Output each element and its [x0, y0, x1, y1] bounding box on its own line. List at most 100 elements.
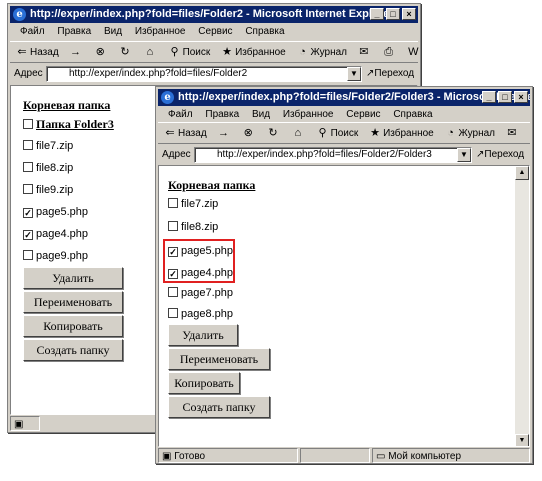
- rename-button[interactable]: Переименовать: [23, 291, 123, 313]
- favorites-button[interactable]: ★ Избранное: [369, 123, 434, 145]
- address-label: Адрес: [14, 68, 43, 79]
- menu-help[interactable]: Справка: [393, 109, 432, 120]
- maximize-icon[interactable]: □: [386, 8, 400, 20]
- file-checkbox[interactable]: [168, 198, 178, 208]
- go-button[interactable]: ↗Переход: [366, 64, 414, 84]
- menu-view[interactable]: Вид: [252, 109, 270, 120]
- create-folder-button[interactable]: Создать папку: [23, 339, 123, 361]
- forward-button[interactable]: →: [217, 123, 231, 145]
- address-dropdown-icon[interactable]: ▼: [457, 148, 471, 162]
- back-menu-bar: Файл Правка Вид Избранное Сервис Справка: [10, 24, 418, 40]
- home-icon: ⌂: [146, 46, 154, 59]
- computer-icon: ▭: [376, 451, 389, 462]
- scroll-down-icon[interactable]: ▼: [515, 434, 529, 446]
- file-checkbox-checked[interactable]: ✓: [23, 230, 33, 240]
- print-button[interactable]: ⎙: [383, 42, 397, 64]
- menu-help[interactable]: Справка: [245, 26, 284, 37]
- status-page-icon: ▣: [10, 416, 40, 431]
- edit-button[interactable]: W: [407, 42, 421, 64]
- menu-file[interactable]: Файл: [20, 26, 45, 37]
- folder-link[interactable]: Папка Folder3: [36, 117, 114, 131]
- address-input[interactable]: http://exper/index.php?fold=files/Folder…: [46, 66, 362, 82]
- status-empty-cell: [300, 448, 370, 463]
- print-icon: ⎙: [384, 46, 393, 59]
- front-window-title: http://exper/index.php?fold=files/Folder…: [178, 91, 530, 103]
- favorites-icon: ★: [370, 127, 380, 140]
- front-title-bar[interactable]: e http://exper/index.php?fold=files/Fold…: [158, 89, 530, 106]
- mail-icon: ✉: [359, 46, 369, 59]
- file-item: ✓ page4.php: [23, 228, 88, 240]
- scroll-up-icon[interactable]: ▲: [515, 166, 529, 180]
- search-button[interactable]: ⚲ Поиск: [317, 123, 359, 145]
- refresh-button[interactable]: ↻: [119, 42, 133, 64]
- menu-file[interactable]: Файл: [168, 109, 193, 120]
- front-page-content: Корневая папка file7.zip file8.zip ✓ page…: [158, 165, 530, 447]
- root-folder-link[interactable]: Корневая папка: [23, 98, 110, 113]
- go-button[interactable]: ↗Переход: [476, 145, 524, 165]
- stop-button[interactable]: ⊗: [242, 123, 256, 145]
- home-icon: ⌂: [294, 127, 302, 140]
- menu-edit[interactable]: Правка: [57, 26, 91, 37]
- back-title-bar[interactable]: e http://exper/index.php?fold=files/Fold…: [10, 6, 418, 23]
- file-checkbox[interactable]: [168, 221, 178, 231]
- copy-button[interactable]: Копировать: [168, 372, 240, 394]
- menu-favorites[interactable]: Избранное: [135, 26, 186, 37]
- front-browser-window[interactable]: e http://exper/index.php?fold=files/Fold…: [155, 86, 533, 464]
- close-icon[interactable]: ×: [514, 91, 528, 103]
- vertical-scrollbar[interactable]: ▲ ▼: [515, 166, 529, 446]
- delete-button[interactable]: Удалить: [23, 267, 123, 289]
- home-button[interactable]: ⌂: [144, 42, 158, 64]
- file-checkbox-checked[interactable]: ✓: [168, 247, 178, 257]
- stop-button[interactable]: ⊗: [94, 42, 108, 64]
- create-folder-button[interactable]: Создать папку: [168, 396, 270, 418]
- history-button[interactable]: ◔ Журнал: [445, 123, 495, 145]
- minimize-icon[interactable]: _: [370, 8, 384, 20]
- history-icon: ◔: [299, 46, 306, 59]
- mail-button[interactable]: ✉: [506, 123, 520, 145]
- menu-edit[interactable]: Правка: [205, 109, 239, 120]
- refresh-button[interactable]: ↻: [267, 123, 281, 145]
- menu-favorites[interactable]: Избранное: [283, 109, 334, 120]
- mail-button[interactable]: ✉: [358, 42, 372, 64]
- minimize-icon[interactable]: _: [482, 91, 496, 103]
- history-button[interactable]: ◔ Журнал: [297, 42, 347, 64]
- back-arrow-icon: ⇐: [17, 46, 27, 59]
- forward-button[interactable]: →: [69, 42, 83, 64]
- address-dropdown-icon[interactable]: ▼: [347, 67, 361, 81]
- folder-item[interactable]: Папка Folder3: [23, 118, 114, 132]
- file-item: page9.php: [23, 250, 88, 263]
- back-button[interactable]: ⇐ Назад: [164, 123, 206, 145]
- root-folder-link[interactable]: Корневая папка: [168, 178, 255, 193]
- close-icon[interactable]: ×: [402, 8, 416, 20]
- file-item: ✓ page4.php: [168, 267, 233, 279]
- history-icon: ◔: [447, 127, 454, 140]
- file-checkbox[interactable]: [168, 308, 178, 318]
- file-item: file7.zip: [23, 140, 73, 153]
- ie-logo-icon: e: [161, 91, 174, 104]
- favorites-button[interactable]: ★ Избранное: [221, 42, 286, 64]
- rename-button[interactable]: Переименовать: [168, 348, 270, 370]
- folder-checkbox[interactable]: [23, 119, 33, 129]
- file-checkbox-checked[interactable]: ✓: [23, 208, 33, 218]
- status-zone: ▭ Мой компьютер: [372, 448, 530, 463]
- search-button[interactable]: ⚲ Поиск: [169, 42, 211, 64]
- file-checkbox[interactable]: [23, 250, 33, 260]
- copy-button[interactable]: Копировать: [23, 315, 123, 337]
- menu-tools[interactable]: Сервис: [346, 109, 380, 120]
- delete-button[interactable]: Удалить: [168, 324, 238, 346]
- file-item: file9.zip: [23, 184, 73, 197]
- home-button[interactable]: ⌂: [292, 123, 306, 145]
- front-toolbar: ⇐ Назад → ⊗ ↻ ⌂ ⚲ Поиск ★ Избранное ◔ Журнал…: [158, 122, 530, 144]
- back-arrow-icon: ⇐: [165, 127, 175, 140]
- file-checkbox-checked[interactable]: ✓: [168, 269, 178, 279]
- maximize-icon[interactable]: □: [498, 91, 512, 103]
- file-checkbox[interactable]: [168, 287, 178, 297]
- file-checkbox[interactable]: [23, 140, 33, 150]
- address-input[interactable]: http://exper/index.php?fold=files/Folder…: [194, 147, 472, 163]
- back-button[interactable]: ⇐ Назад: [16, 42, 58, 64]
- menu-tools[interactable]: Сервис: [198, 26, 232, 37]
- menu-view[interactable]: Вид: [104, 26, 122, 37]
- file-checkbox[interactable]: [23, 162, 33, 172]
- stop-icon: ⊗: [243, 127, 253, 140]
- file-checkbox[interactable]: [23, 184, 33, 194]
